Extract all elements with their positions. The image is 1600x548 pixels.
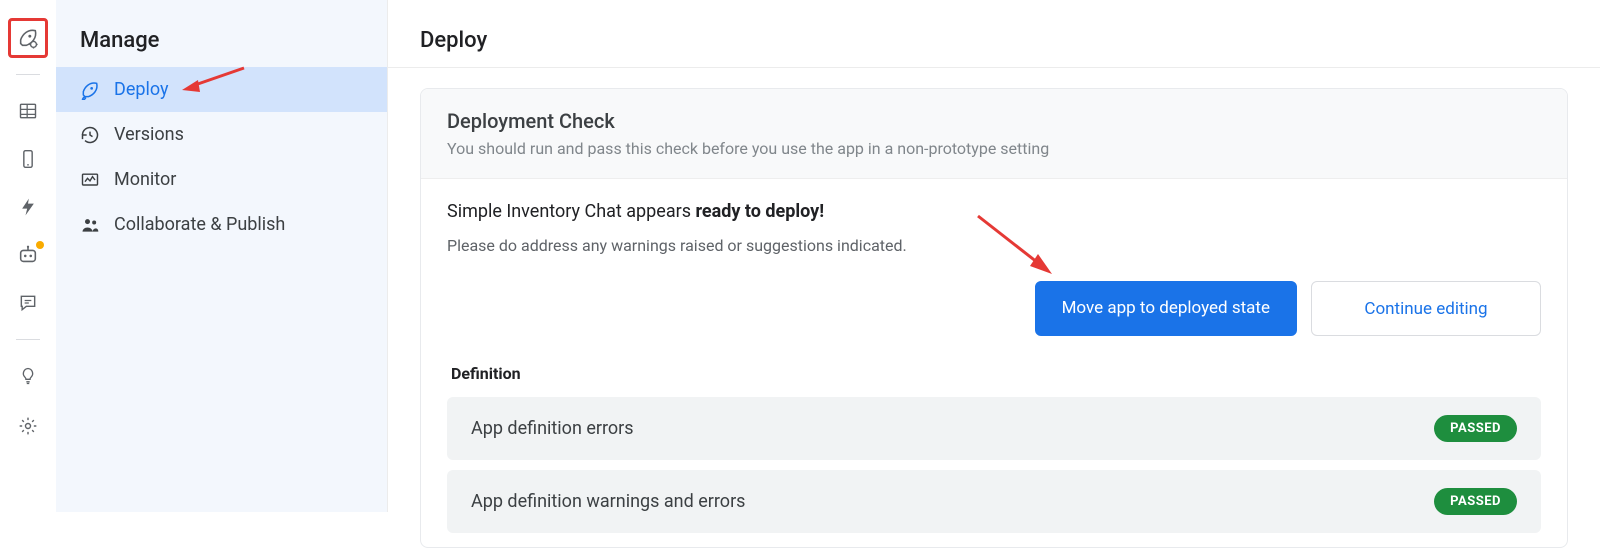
check-label: App definition errors: [471, 418, 634, 439]
sidebar-item-label: Versions: [114, 124, 184, 145]
side-nav: Manage Deploy Versions Monitor Collabora…: [56, 0, 388, 512]
rail-settings[interactable]: [8, 406, 48, 446]
phone-icon: [18, 149, 38, 169]
sidebar-item-label: Collaborate & Publish: [114, 214, 285, 235]
rail-bot[interactable]: [8, 235, 48, 275]
bot-icon: [17, 244, 39, 266]
icon-rail: [0, 0, 56, 512]
sidebar-item-collaborate[interactable]: Collaborate & Publish: [56, 202, 387, 247]
sidebar-item-versions[interactable]: Versions: [56, 112, 387, 157]
main-area: Deploy Deployment Check You should run a…: [388, 0, 1600, 512]
sidebar-item-label: Monitor: [114, 169, 176, 190]
deployment-check-card: Deployment Check You should run and pass…: [420, 88, 1568, 548]
rocket-settings-icon: [17, 27, 39, 49]
status-bold: ready to deploy!: [695, 201, 824, 222]
history-icon: [80, 125, 100, 145]
gear-icon: [18, 416, 38, 436]
rail-data[interactable]: [8, 91, 48, 131]
rocket-icon: [80, 80, 100, 100]
continue-editing-button[interactable]: Continue editing: [1311, 281, 1541, 336]
rail-manage[interactable]: [8, 18, 48, 58]
definition-section-title: Definition: [451, 364, 1541, 383]
card-subtitle: You should run and pass this check befor…: [447, 139, 1541, 158]
rail-idea[interactable]: [8, 356, 48, 396]
check-row[interactable]: App definition warnings and errors PASSE…: [447, 470, 1541, 533]
status-prefix: Simple Inventory Chat appears: [447, 201, 695, 222]
passed-badge: PASSED: [1434, 415, 1517, 442]
sidebar-item-deploy[interactable]: Deploy: [56, 67, 387, 112]
table-icon: [18, 101, 38, 121]
card-title: Deployment Check: [447, 109, 1541, 133]
deploy-warning-line: Please do address any warnings raised or…: [447, 236, 1541, 255]
collaborate-icon: [80, 215, 100, 235]
page-title: Deploy: [388, 0, 1600, 68]
passed-badge: PASSED: [1434, 488, 1517, 515]
rail-device[interactable]: [8, 139, 48, 179]
sidebar-item-label: Deploy: [114, 79, 169, 100]
deploy-status-line: Simple Inventory Chat appears ready to d…: [447, 201, 1541, 222]
sidebar-item-monitor[interactable]: Monitor: [56, 157, 387, 202]
side-nav-header: Manage: [56, 0, 387, 67]
chat-icon: [18, 293, 38, 313]
check-row[interactable]: App definition errors PASSED: [447, 397, 1541, 460]
move-to-deployed-button[interactable]: Move app to deployed state: [1035, 281, 1297, 336]
monitor-icon: [80, 170, 100, 190]
rail-chat[interactable]: [8, 283, 48, 323]
rail-divider: [16, 339, 40, 340]
lightbulb-icon: [18, 366, 38, 386]
notification-dot: [36, 241, 44, 249]
rail-divider: [16, 74, 40, 75]
bolt-icon: [18, 197, 38, 217]
check-label: App definition warnings and errors: [471, 491, 745, 512]
rail-bolt[interactable]: [8, 187, 48, 227]
